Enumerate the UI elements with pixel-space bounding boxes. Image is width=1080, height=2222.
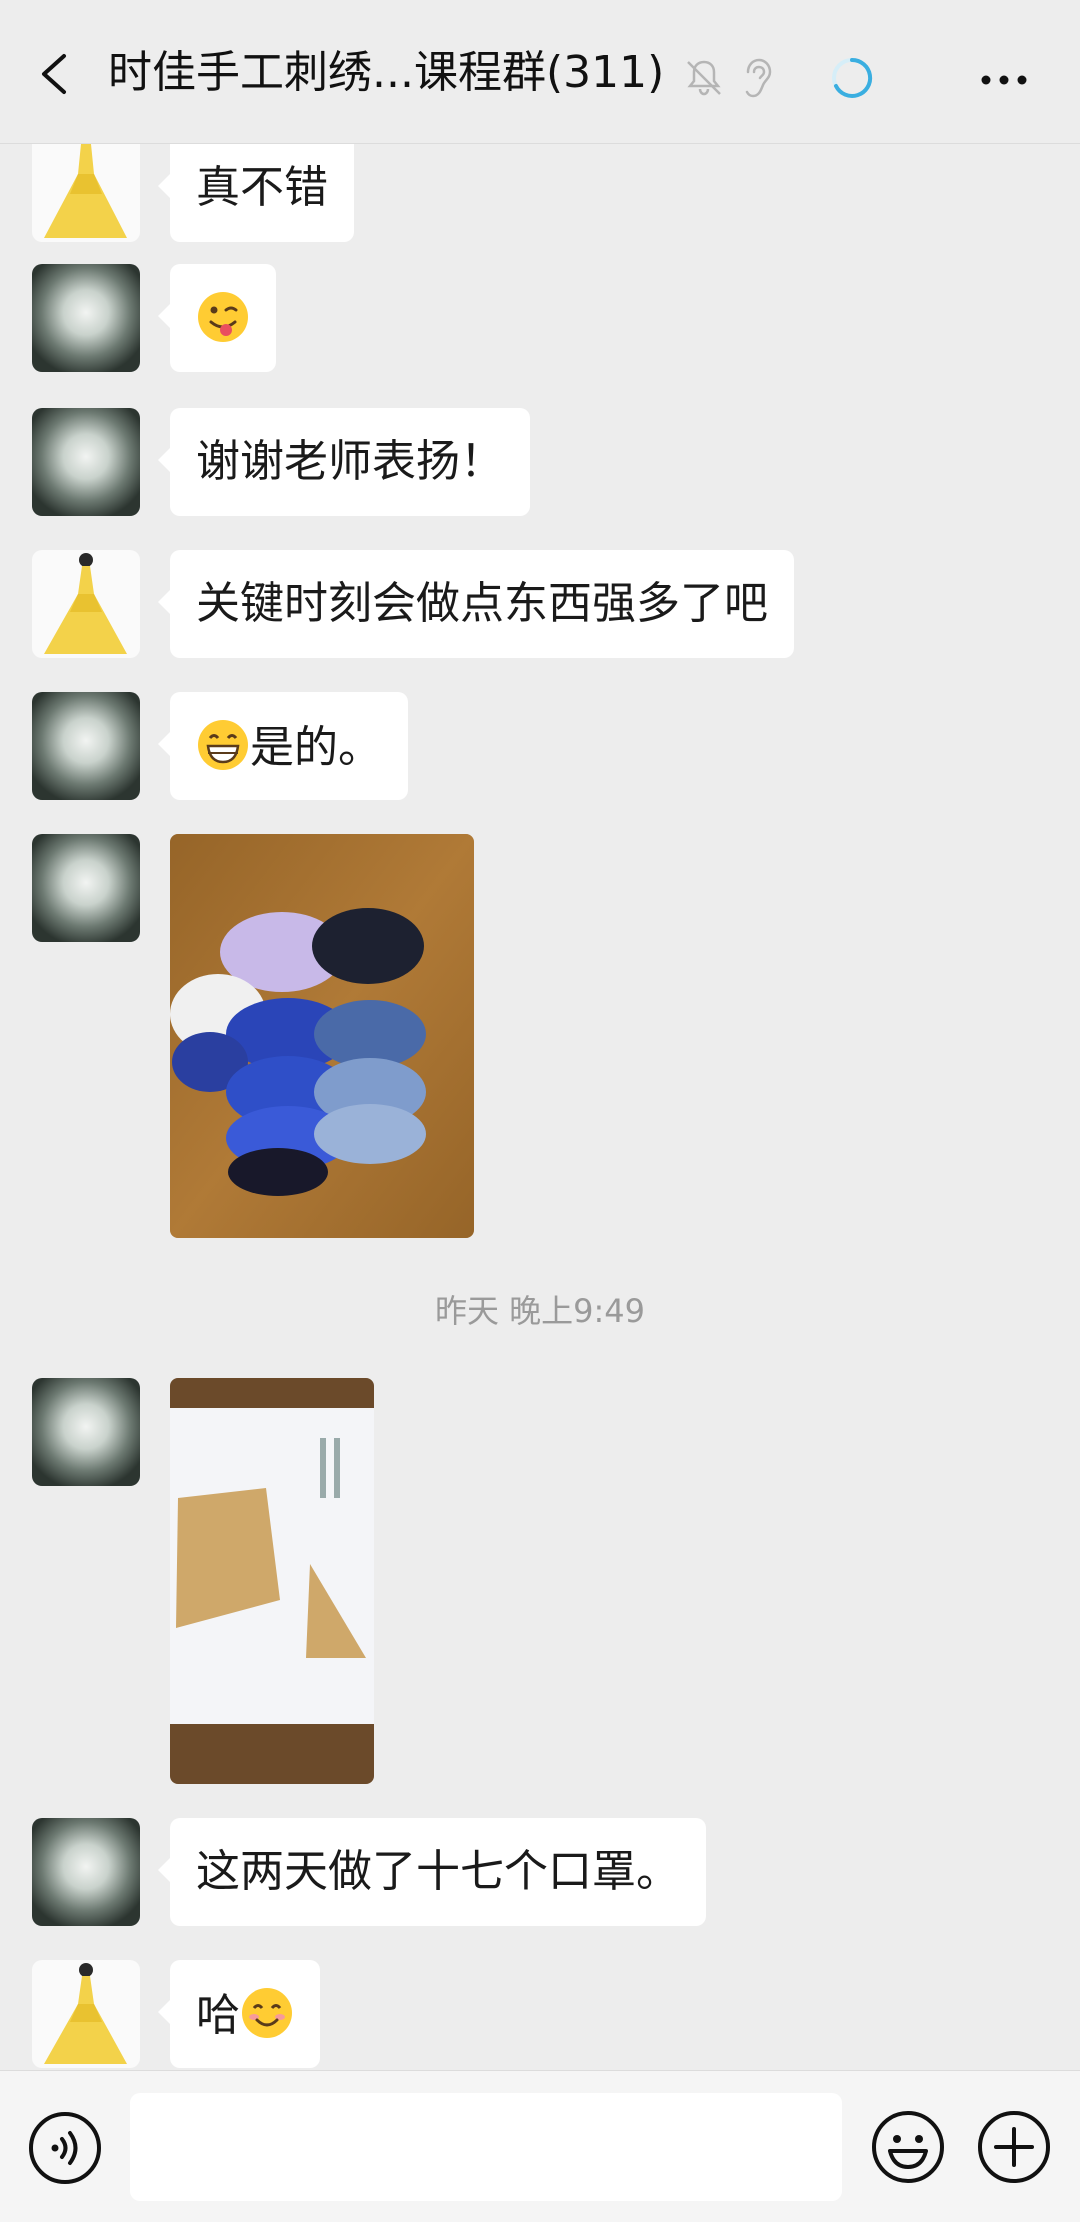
avatar[interactable]	[32, 144, 140, 242]
more-icon[interactable]	[980, 74, 1028, 86]
loading-spinner-icon	[832, 57, 873, 98]
avatar[interactable]	[32, 834, 140, 942]
input-bar	[0, 2070, 1080, 2222]
message-bubble[interactable]: 是的。	[158, 692, 408, 800]
message-text: 关键时刻会做点东西强多了吧	[196, 578, 768, 629]
avatar[interactable]	[32, 550, 140, 658]
pattern-photo[interactable]	[170, 1378, 374, 1784]
message-text: 哈	[196, 1990, 240, 2041]
message-text: 谢谢老师表扬！	[196, 436, 504, 487]
message-input[interactable]	[130, 2093, 842, 2201]
avatar[interactable]	[32, 264, 140, 372]
message-bubble[interactable]: 关键时刻会做点东西强多了吧	[158, 550, 794, 658]
avatar[interactable]	[32, 692, 140, 800]
message-text: 真不错	[196, 162, 328, 213]
message-bubble[interactable]: 真不错	[158, 144, 354, 242]
chat-header: 时佳手工刺绣...课程群(311)	[0, 0, 1080, 144]
emoji-icon[interactable]	[870, 2109, 946, 2185]
avatar[interactable]	[32, 1960, 140, 2068]
message-text: 这两天做了十七个口罩。	[196, 1846, 680, 1897]
message-text: 是的。	[250, 722, 382, 773]
masks-photo[interactable]	[170, 834, 474, 1238]
smiling-emoji-icon	[242, 1988, 292, 2038]
chat-messages[interactable]: 真不错 谢谢老师表扬！ 关键时刻会做点东西强多了吧 是的。 昨天 晚上9:49 …	[0, 144, 1080, 2070]
winking-tongue-emoji-icon	[198, 292, 248, 342]
message-bubble[interactable]: 谢谢老师表扬！	[158, 408, 530, 516]
message-bubble[interactable]: 这两天做了十七个口罩。	[158, 1818, 706, 1926]
plus-icon[interactable]	[976, 2109, 1052, 2185]
ear-icon	[745, 58, 772, 98]
back-arrow-icon[interactable]	[34, 52, 74, 96]
avatar[interactable]	[32, 1378, 140, 1486]
chat-title[interactable]: 时佳手工刺绣...课程群(311)	[108, 46, 664, 100]
avatar[interactable]	[32, 1818, 140, 1926]
grinning-emoji-icon	[198, 720, 248, 770]
bell-muted-icon	[687, 60, 721, 96]
message-bubble[interactable]: 哈	[158, 1960, 320, 2068]
avatar[interactable]	[32, 408, 140, 516]
message-bubble[interactable]	[158, 264, 276, 372]
message-timestamp: 昨天 晚上9:49	[434, 1292, 646, 1330]
voice-icon[interactable]	[28, 2111, 102, 2185]
